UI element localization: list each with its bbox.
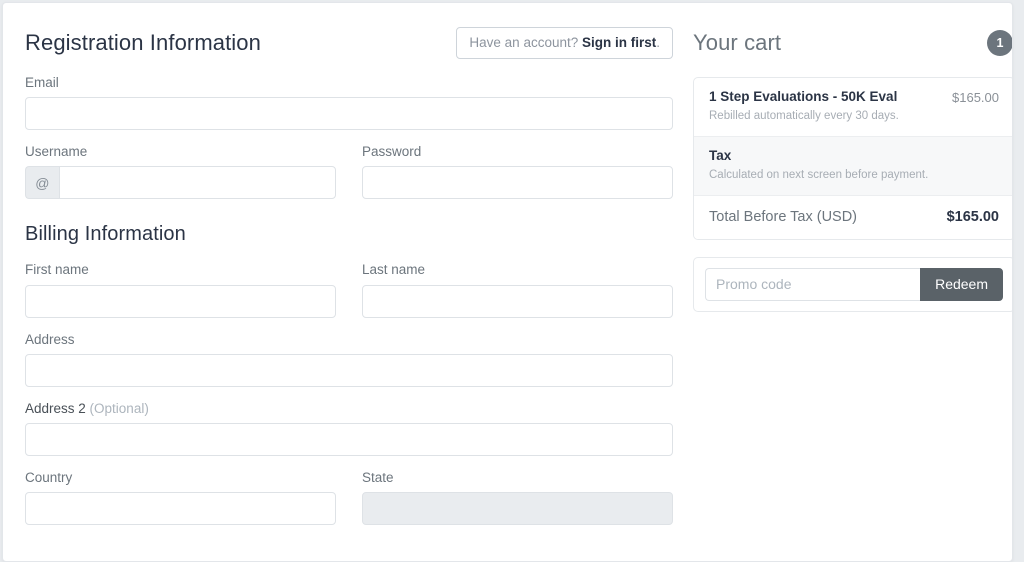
sign-in-first-button[interactable]: Have an account? Sign in first. [456,26,673,60]
last-name-input[interactable] [362,284,673,318]
redeem-button[interactable]: Redeem [920,267,1003,301]
password-field-group: Password [362,144,673,200]
email-field-group: Email [25,75,673,131]
country-label: Country [25,469,73,485]
last-name-label: Last name [362,262,426,278]
cart-title: Your cart [693,30,782,55]
state-field-group: State [362,469,673,526]
cart-item-name: 1 Step Evaluations - 50K Eval [709,89,898,104]
promo-input-group: Redeem [705,267,1003,301]
name-row: First name Last name [25,248,673,318]
country-state-row: Country State [25,456,673,526]
address-label: Address [25,331,75,347]
page-title: Registration Information [25,29,261,55]
email-input[interactable] [25,97,673,131]
promo-code-card: Redeem [693,256,1012,312]
username-input[interactable] [58,166,336,200]
promo-code-input[interactable] [705,267,921,301]
username-input-group: @ [25,166,336,200]
registration-header: Registration Information Have an account… [25,25,673,61]
password-label: Password [362,144,422,160]
first-name-label: First name [25,262,89,278]
cart-tax-subtitle: Calculated on next screen before payment… [709,168,929,181]
state-label: State [362,469,394,485]
address-field-group: Address [25,332,673,387]
cart-line-item-text: 1 Step Evaluations - 50K Eval Rebilled a… [709,89,907,124]
cart-item-price: $165.00 [952,90,999,105]
checkout-columns: Registration Information Have an account… [3,3,1012,526]
sign-in-suffix-text: . [656,34,660,50]
state-select[interactable] [362,492,673,526]
email-label: Email [25,75,59,90]
cart-column: Your cart 1 1 Step Evaluations - 50K Eva… [693,25,1012,525]
first-name-field-group: First name [25,262,336,318]
country-select[interactable] [25,492,336,526]
cart-total-label: Total Before Tax (USD) [709,208,858,225]
address2-label-optional: (Optional) [89,400,149,416]
cart-tax-name: Tax [709,147,732,163]
cart-header: Your cart 1 [693,25,1012,61]
cart-total-row: Total Before Tax (USD) $165.00 [694,195,1012,239]
username-field-group: Username @ [25,144,336,200]
registration-form-column: Registration Information Have an account… [25,25,673,526]
address-input[interactable] [25,353,673,387]
address2-field-group: Address 2 (Optional) [25,401,673,456]
sign-in-prompt-text: Have an account? [469,34,582,50]
password-input[interactable] [362,166,673,200]
cart-count-badge: 1 [987,30,1012,56]
cart-total-value: $165.00 [946,208,999,225]
address2-label: Address 2 (Optional) [25,401,673,417]
username-label: Username [25,144,88,160]
username-password-row: Username @ Password [25,130,673,200]
sign-in-link-text: Sign in first [581,34,657,50]
billing-section: Billing Information First name Last name… [25,223,673,526]
cart-line-item: 1 Step Evaluations - 50K Eval Rebilled a… [694,78,1012,137]
cart-item-subtitle: Rebilled automatically every 30 days. [709,109,899,122]
address2-input[interactable] [25,422,673,456]
cart-items-list: 1 Step Evaluations - 50K Eval Rebilled a… [693,77,1012,240]
first-name-input[interactable] [25,284,336,318]
address2-label-main: Address 2 [25,400,90,416]
at-symbol-icon: @ [25,166,59,200]
checkout-page-card: Registration Information Have an account… [2,2,1013,562]
cart-tax-text: Tax Calculated on next screen before pay… [709,148,936,183]
last-name-field-group: Last name [362,262,673,318]
country-field-group: Country [25,469,336,526]
billing-title: Billing Information [25,223,186,246]
cart-tax-row: Tax Calculated on next screen before pay… [694,136,1012,196]
